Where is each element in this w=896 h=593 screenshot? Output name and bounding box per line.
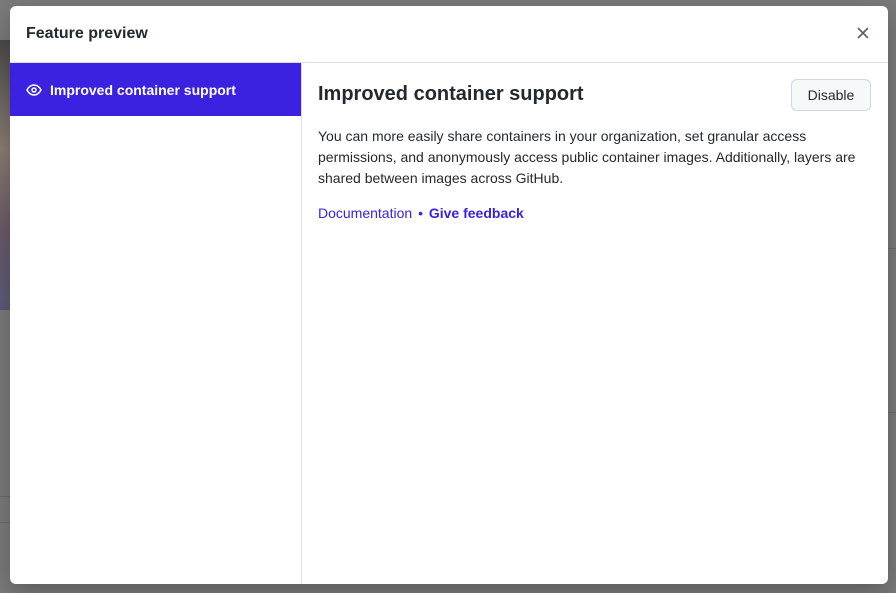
- documentation-link[interactable]: Documentation: [318, 205, 412, 221]
- sidebar-item-label: Improved container support: [50, 81, 236, 98]
- background-divider: [888, 248, 896, 249]
- sidebar-item-improved-container-support[interactable]: Improved container support: [10, 63, 301, 116]
- background-divider: [888, 412, 896, 413]
- feature-links: Documentation • Give feedback: [318, 205, 871, 221]
- background-divider: [0, 496, 10, 497]
- feature-description: You can more easily share containers in …: [318, 128, 856, 186]
- link-separator: •: [418, 205, 423, 221]
- feature-preview-dialog: Feature preview Improved container suppo…: [10, 6, 888, 584]
- close-button[interactable]: [852, 22, 874, 44]
- dialog-header: Feature preview: [10, 6, 888, 63]
- give-feedback-link[interactable]: Give feedback: [429, 205, 524, 221]
- eye-icon: [26, 82, 42, 98]
- feature-list-sidebar: Improved container support: [10, 63, 302, 584]
- feature-detail-panel: Improved container support Disable You c…: [302, 63, 888, 584]
- dialog-body: Improved container support Improved cont…: [10, 63, 888, 584]
- close-icon: [857, 27, 869, 39]
- feature-title: Improved container support: [318, 83, 584, 105]
- dialog-title: Feature preview: [26, 25, 148, 42]
- disable-button[interactable]: Disable: [791, 79, 871, 111]
- background-divider: [0, 522, 10, 523]
